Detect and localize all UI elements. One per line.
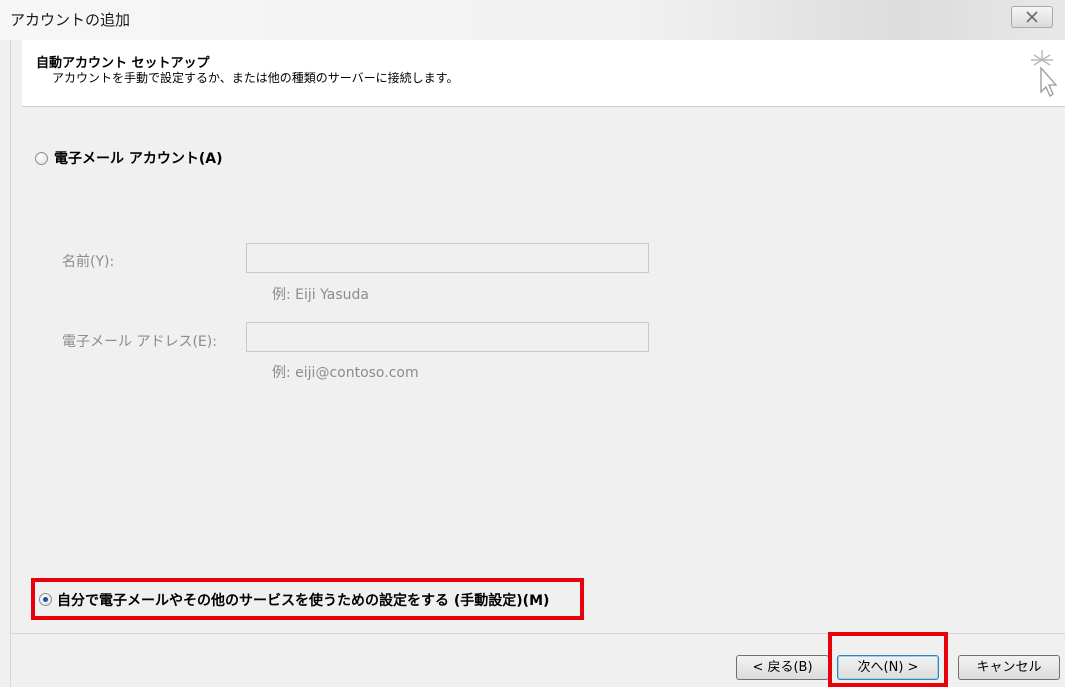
manual-setup-label[interactable]: 自分で電子メールやその他のサービスを使うための設定をする (手動設定)(M)	[57, 590, 549, 610]
name-field	[246, 243, 649, 273]
email-address-label: 電子メール アドレス(E):	[62, 334, 217, 350]
manual-setup-radio[interactable]	[39, 593, 52, 606]
back-button[interactable]: < 戻る(B)	[736, 655, 829, 680]
cancel-button[interactable]: キャンセル	[958, 655, 1060, 680]
close-icon	[1026, 11, 1038, 23]
next-button-highlight	[828, 632, 948, 687]
name-label: 名前(Y):	[62, 254, 115, 270]
add-account-dialog: アカウントの追加 自動アカウント セットアップ アカウントを手動で設定するか、ま…	[0, 0, 1065, 687]
wizard-cursor-icon	[1031, 50, 1058, 97]
email-account-label[interactable]: 電子メール アカウント(A)	[54, 148, 223, 168]
window-title: アカウントの追加	[10, 11, 131, 29]
dialog-header: 自動アカウント セットアップ アカウントを手動で設定するか、または他の種類のサー…	[22, 40, 1065, 107]
dialog-content	[11, 107, 1065, 633]
email-address-field	[246, 322, 649, 352]
email-account-radio[interactable]	[35, 152, 48, 165]
header-subtitle: アカウントを手動で設定するか、または他の種類のサーバーに接続します。	[52, 71, 459, 85]
title-bar: アカウントの追加	[0, 0, 1065, 40]
window-left-border	[0, 40, 11, 687]
name-example: 例: Eiji Yasuda	[272, 287, 369, 303]
email-example: 例: eiji@contoso.com	[272, 365, 419, 381]
close-button[interactable]	[1011, 6, 1053, 28]
